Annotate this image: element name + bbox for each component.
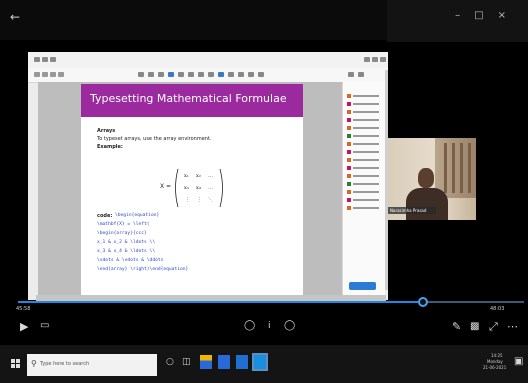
captions-icon[interactable]: ▭ (40, 320, 49, 331)
system-tray[interactable]: 14:25 Monday 21-06-2021 (465, 353, 506, 371)
cortana-icon[interactable]: ○ (166, 357, 174, 367)
presenter-head (418, 168, 434, 188)
task-view-icon[interactable]: ◫ (182, 357, 191, 367)
cast-icon[interactable]: ▩ (470, 321, 479, 332)
side-pane-item[interactable] (347, 126, 381, 131)
maximize-icon[interactable]: □ (474, 10, 497, 21)
more-options-icon[interactable]: ⋯ (507, 320, 518, 333)
svg-text:…: … (208, 185, 213, 191)
side-pane-item[interactable] (347, 174, 381, 179)
app-title-bar (28, 52, 388, 69)
presenter-name-tag: Narasimha Prasad (390, 208, 427, 213)
side-pane-item[interactable] (347, 182, 381, 187)
code-line: \end{array} \right)\end{equation} (97, 267, 189, 272)
side-pane-item[interactable] (347, 102, 381, 107)
progress-fill (18, 301, 423, 303)
taskbar-app-icon[interactable] (200, 355, 212, 369)
info-icon[interactable]: i (268, 321, 271, 331)
svg-text:⋱: ⋱ (208, 197, 213, 203)
app-ribbon-toolbar (28, 68, 388, 83)
side-pane (342, 82, 385, 300)
matrix-display: x₁ x₂ … x₃ x₄ … ⋮ ⋮ ⋱ (175, 168, 223, 208)
play-icon[interactable]: ▶ (20, 320, 28, 333)
taskbar-search-placeholder: Type here to search (40, 361, 90, 367)
time-elapsed: 45:58 (16, 306, 31, 312)
search-icon: ⚲ (31, 359, 37, 368)
fullscreen-icon[interactable]: ⤢ (489, 320, 498, 334)
svg-text:x₂: x₂ (196, 173, 201, 179)
matrix-lhs: X = (160, 183, 172, 190)
side-pane-item[interactable] (347, 118, 381, 123)
volume-icon[interactable]: ◯ (244, 320, 255, 331)
taskbar-app-icon[interactable] (218, 355, 230, 369)
side-pane-item[interactable] (347, 190, 381, 195)
slide-title: Typesetting Mathematical Formulae (90, 92, 287, 105)
minimize-icon[interactable]: – (455, 10, 474, 21)
code-line: \mathbf{X} = \left( (97, 222, 150, 227)
svg-text:x₄: x₄ (196, 185, 201, 191)
svg-text:x₃: x₃ (184, 185, 189, 191)
side-pane-item[interactable] (347, 134, 381, 139)
code-label: code: (97, 213, 113, 219)
webcam-books (444, 143, 472, 193)
side-pane-item[interactable] (347, 206, 381, 211)
slide-intro-text: To typeset arrays, use the array environ… (97, 136, 212, 142)
taskbar-app-icon[interactable] (236, 355, 248, 369)
tray-date: 21-06-2021 (483, 365, 507, 370)
time-remaining: 48:03 (490, 306, 505, 312)
back-arrow-icon[interactable]: ← (10, 10, 20, 24)
side-pane-item[interactable] (347, 198, 381, 203)
svg-text:⋮: ⋮ (197, 197, 202, 203)
side-pane-item[interactable] (347, 150, 381, 155)
svg-text:x₁: x₁ (184, 173, 189, 179)
code-line: \begin{equation} (115, 213, 160, 218)
taskbar-app-icon[interactable] (252, 353, 268, 371)
close-icon[interactable]: × (498, 10, 520, 21)
side-pane-item[interactable] (347, 166, 381, 171)
side-pane-button[interactable] (349, 282, 376, 290)
progress-handle[interactable] (417, 297, 428, 307)
side-pane-item[interactable] (347, 94, 381, 99)
code-line: \vdots & \vdots & \ddots (97, 258, 164, 263)
top-right-shade (387, 0, 528, 42)
slide-section-heading: Arrays (97, 128, 116, 134)
svg-text:⋮: ⋮ (185, 197, 190, 203)
edit-icon[interactable]: ✎ (452, 320, 461, 333)
code-line: \begin{array}{ccc} (97, 231, 147, 236)
side-pane-item[interactable] (347, 158, 381, 163)
windows-start-icon[interactable] (11, 359, 20, 368)
side-pane-item[interactable] (347, 142, 381, 147)
notification-icon[interactable]: ▣ (514, 356, 523, 367)
svg-text:…: … (208, 173, 213, 179)
code-line: x_3 & x_4 & \ldots \\ (97, 249, 156, 254)
code-line: x_1 & x_2 & \ldots \\ (97, 240, 156, 245)
slide-example-label: Example: (97, 144, 123, 150)
side-pane-item[interactable] (347, 110, 381, 115)
speed-icon[interactable]: ◯ (284, 320, 295, 331)
window-controls[interactable]: –□× (455, 10, 520, 21)
webcam-video: Narasimha Prasad (388, 138, 476, 220)
presenter-body (406, 188, 448, 220)
